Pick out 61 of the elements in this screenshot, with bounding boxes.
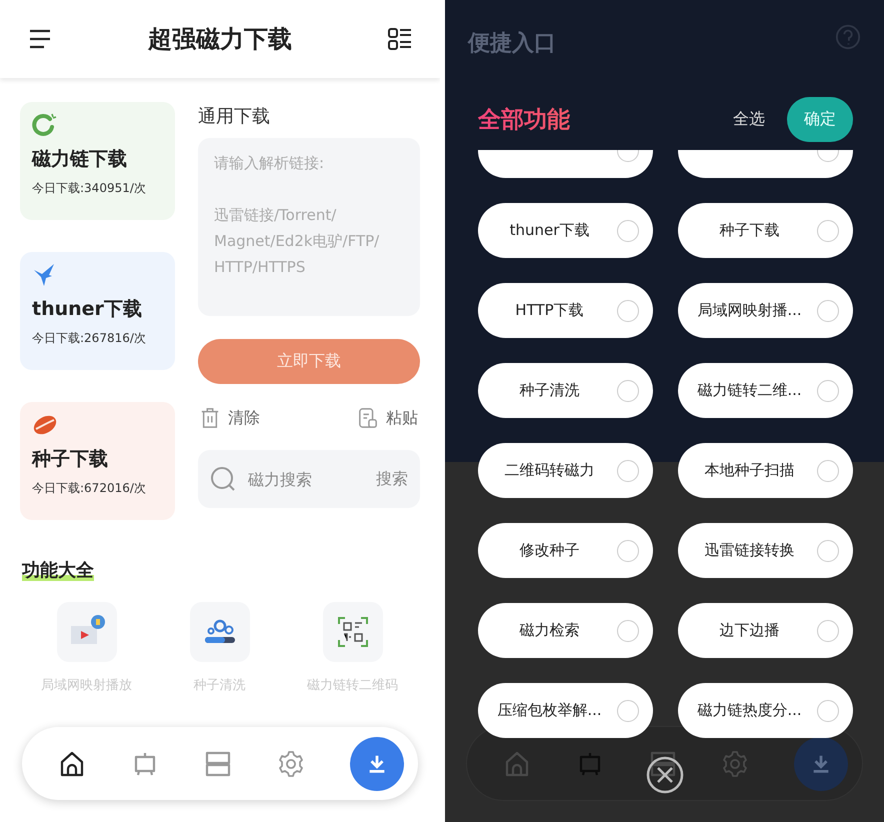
radio-button[interactable] bbox=[617, 460, 639, 482]
option-chip[interactable]: 种子下载 bbox=[678, 203, 853, 258]
app-title: 超强磁力下载 bbox=[148, 24, 292, 55]
gear-icon[interactable] bbox=[277, 750, 305, 778]
select-all-button[interactable]: 全选 bbox=[733, 109, 765, 130]
link-input-field[interactable]: 请输入解析链接: 迅雷链接/Torrent/ Magnet/Ed2k电驴/FTP/ HTTP/HTTPS bbox=[198, 138, 420, 316]
radio-button[interactable] bbox=[617, 700, 639, 722]
feature-tile[interactable] bbox=[56, 602, 116, 662]
radio-button[interactable] bbox=[617, 300, 639, 322]
option-chip[interactable]: 种子清洗 bbox=[478, 363, 653, 418]
clipboard-icon bbox=[358, 406, 378, 430]
menu-icon[interactable] bbox=[28, 27, 52, 51]
option-chip[interactable]: 磁力链转二维... bbox=[678, 363, 853, 418]
close-icon[interactable] bbox=[645, 755, 685, 795]
radio-button[interactable] bbox=[817, 460, 839, 482]
radio-button[interactable] bbox=[617, 540, 639, 562]
download-card[interactable]: 磁力链下载 今日下载:340951/次 bbox=[20, 102, 175, 220]
option-chip[interactable]: 迅雷链接转换 bbox=[678, 523, 853, 578]
search-icon bbox=[210, 466, 236, 492]
paste-button[interactable]: 粘贴 bbox=[358, 406, 418, 430]
download-button[interactable] bbox=[350, 736, 404, 790]
clear-button[interactable]: 清除 bbox=[200, 406, 260, 430]
gear-icon[interactable] bbox=[721, 750, 750, 778]
radio-button[interactable] bbox=[817, 540, 839, 562]
option-chip[interactable]: thuner下载 bbox=[478, 203, 653, 258]
download-count: 今日下载:672016/次 bbox=[32, 480, 147, 497]
option-chip[interactable]: 修改种子 bbox=[478, 523, 653, 578]
feature-tile[interactable] bbox=[190, 602, 250, 662]
radio-button[interactable] bbox=[817, 220, 839, 242]
download-card[interactable]: 种子下载 今日下载:672016/次 bbox=[20, 402, 175, 520]
radio-button[interactable] bbox=[817, 700, 839, 722]
radio-button[interactable] bbox=[617, 380, 639, 402]
radio-button[interactable] bbox=[817, 300, 839, 322]
card-title: 磁力链下载 bbox=[32, 147, 128, 172]
download-count: 今日下载:340951/次 bbox=[32, 180, 147, 197]
radio-button[interactable] bbox=[617, 220, 639, 242]
download-count: 今日下载:267816/次 bbox=[32, 330, 147, 347]
option-chip[interactable]: 磁力链热度分... bbox=[678, 683, 853, 738]
download-card[interactable]: thuner下载 今日下载:267816/次 bbox=[20, 252, 175, 370]
option-chip[interactable]: 本地种子扫描 bbox=[678, 443, 853, 498]
radio-button[interactable] bbox=[817, 380, 839, 402]
trash-icon bbox=[200, 406, 220, 430]
download-button[interactable] bbox=[794, 736, 848, 790]
magnet-icon bbox=[32, 112, 58, 138]
radio-button[interactable] bbox=[617, 620, 639, 642]
option-chip[interactable]: 局域网映射播... bbox=[678, 283, 853, 338]
option-chip[interactable]: 压缩包枚举解... bbox=[478, 683, 653, 738]
home-icon[interactable] bbox=[58, 750, 86, 778]
section-label: 通用下载 bbox=[198, 105, 271, 128]
option-chip[interactable]: 边下边播 bbox=[678, 603, 853, 658]
option-chip[interactable]: 磁力检索 bbox=[478, 603, 653, 658]
cards-icon[interactable] bbox=[648, 750, 676, 778]
list-icon[interactable] bbox=[388, 27, 412, 51]
radio-button[interactable] bbox=[817, 620, 839, 642]
feature-tile[interactable] bbox=[322, 602, 382, 662]
card-title: thuner下载 bbox=[32, 297, 143, 322]
card-title: 种子下载 bbox=[32, 447, 109, 472]
background-title: 便捷入口 bbox=[468, 30, 556, 58]
help-icon bbox=[835, 24, 861, 50]
option-chip[interactable]: 二维码转磁力 bbox=[478, 443, 653, 498]
option-chip[interactable]: HTTP下载 bbox=[478, 283, 653, 338]
